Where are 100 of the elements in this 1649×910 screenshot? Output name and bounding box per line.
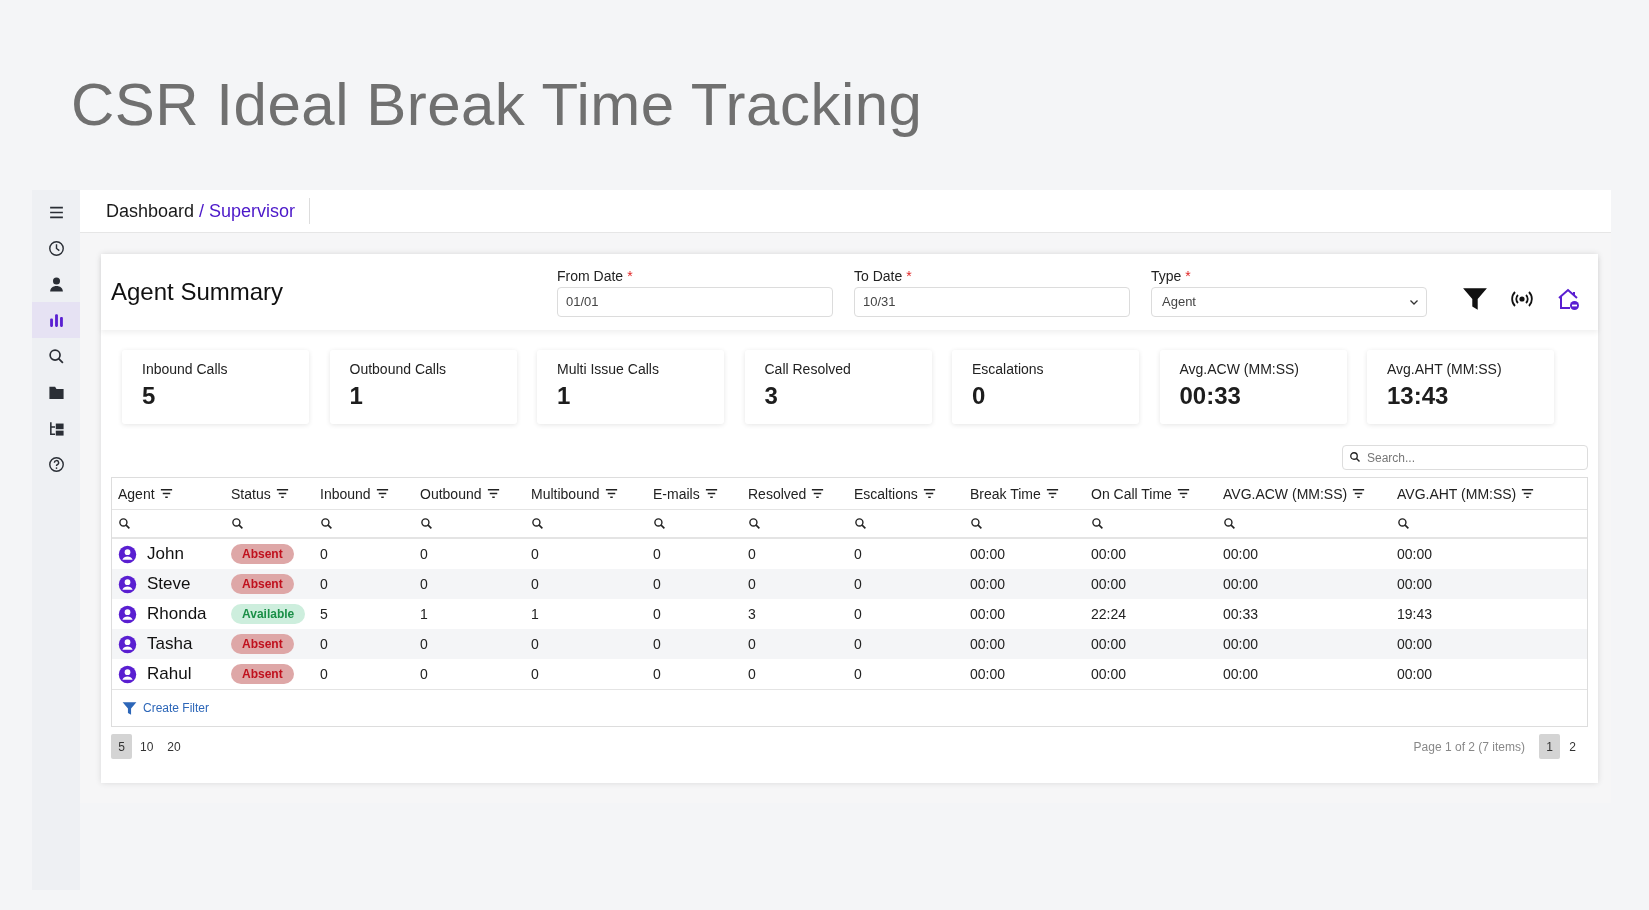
page-title: CSR Ideal Break Time Tracking (70, 70, 924, 140)
panel-title: Agent Summary (111, 278, 285, 306)
stat-value: 1 (557, 382, 572, 410)
table-cell: 0 (531, 636, 539, 652)
required-mark: * (906, 267, 912, 284)
table-cell: 00:00 (970, 546, 1006, 562)
house-minus-icon (1556, 287, 1580, 311)
table-cell: 00:00 (1397, 636, 1433, 652)
column-header[interactable]: Outbound (414, 485, 525, 502)
stat-label: Call Resolved (764, 361, 852, 377)
sort-icon (810, 486, 826, 501)
help-icon (47, 455, 65, 473)
table-cell: 0 (854, 606, 862, 622)
required-mark: * (627, 267, 633, 284)
stat-label: Avg.ACW (MM:SS) (1179, 361, 1301, 377)
search-icon (1223, 517, 1236, 530)
stat-label: Inbound Calls (142, 361, 229, 377)
sidebar-item[interactable] (32, 302, 80, 338)
table-cell: 0 (320, 666, 328, 682)
stat-label: Outbound Calls (349, 361, 447, 377)
column-header[interactable]: E-mails (647, 485, 742, 502)
sort-icon (603, 486, 619, 501)
table-cell: 0 (420, 546, 428, 562)
type-select[interactable]: Agent (1151, 286, 1427, 317)
column-header[interactable]: Multibound (525, 485, 647, 502)
table-cell: 0 (854, 576, 862, 592)
page-size-button[interactable]: 5 (111, 734, 132, 759)
search-icon (231, 517, 244, 530)
create-filter-link[interactable]: Create Filter (143, 701, 210, 715)
sort-icon (485, 486, 501, 501)
filter-icon (122, 700, 137, 716)
search-icon (653, 517, 666, 530)
table-cell: 0 (748, 576, 756, 592)
column-header[interactable]: Escaltions (848, 485, 964, 502)
user-avatar-icon (118, 634, 137, 654)
table-cell: 0 (320, 636, 328, 652)
status-badge: Absent (231, 664, 294, 684)
column-header[interactable]: Inbound (314, 485, 414, 502)
table-cell: 00:00 (1223, 666, 1259, 682)
table-cell: 00:00 (1223, 576, 1259, 592)
stat-value: 0 (972, 382, 987, 410)
column-header[interactable]: Agent (112, 485, 225, 502)
table-cell: 0 (653, 576, 661, 592)
filter-button[interactable] (1462, 286, 1488, 312)
breadcrumb-link[interactable]: Dashboard (106, 200, 195, 222)
table-cell: 0 (420, 666, 428, 682)
column-header[interactable]: AVG.ACW (MM:SS) (1217, 485, 1391, 502)
search-icon (420, 517, 433, 530)
search-icon (748, 517, 761, 530)
table-cell: 0 (854, 636, 862, 652)
search-icon (1091, 517, 1104, 530)
folder-tree-icon (47, 419, 65, 437)
table-cell: 1 (531, 606, 539, 622)
table-cell: 00:00 (970, 576, 1006, 592)
search-icon (970, 517, 983, 530)
stat-label: Multi Issue Calls (557, 361, 660, 377)
field-label: From Date (557, 267, 624, 284)
table-cell: 19:43 (1397, 606, 1433, 622)
agent-name: John (147, 544, 184, 564)
table-cell: 00:00 (1397, 576, 1433, 592)
user-avatar-icon (118, 544, 137, 564)
sort-icon (374, 486, 390, 501)
table-cell: 0 (748, 636, 756, 652)
breadcrumb-separator: / (199, 200, 205, 222)
sort-icon (1044, 486, 1060, 501)
status-badge: Absent (231, 544, 294, 564)
column-header[interactable]: Status (225, 485, 314, 502)
column-header[interactable]: AVG.AHT (MM:SS) (1391, 485, 1563, 502)
stat-value: 3 (764, 382, 779, 410)
page-button[interactable]: 2 (1562, 734, 1583, 759)
search-icon (854, 517, 867, 530)
table-cell: 00:00 (1091, 636, 1127, 652)
date-field[interactable]: 10/31 (854, 286, 1130, 317)
sort-icon (703, 486, 719, 501)
table-cell: 0 (653, 666, 661, 682)
table-cell: 00:00 (1223, 636, 1259, 652)
bar-chart-icon (47, 311, 65, 329)
table-cell: 0 (531, 576, 539, 592)
table-cell: 00:00 (1397, 666, 1433, 682)
table-cell: 0 (420, 636, 428, 652)
search-field[interactable]: Search... (1342, 445, 1588, 470)
column-header[interactable]: Break Time (964, 485, 1085, 502)
sort-icon (158, 486, 174, 501)
field-label: Type (1151, 267, 1182, 284)
column-header[interactable]: On Call Time (1085, 485, 1217, 502)
date-field[interactable]: 01/01 (557, 286, 833, 317)
table-cell: 0 (320, 546, 328, 562)
search-icon (320, 517, 333, 530)
breadcrumb-current: Supervisor (209, 200, 296, 222)
table-cell: 0 (420, 576, 428, 592)
home-button[interactable] (1556, 287, 1580, 311)
table-cell: 00:00 (970, 636, 1006, 652)
table-cell: 00:00 (1091, 576, 1127, 592)
page-button[interactable]: 1 (1539, 734, 1560, 759)
column-header[interactable]: Resolved (742, 485, 848, 502)
page-size-button[interactable]: 20 (161, 734, 187, 759)
table-cell: 0 (854, 666, 862, 682)
table-cell: 0 (653, 606, 661, 622)
field-label: To Date (854, 267, 903, 284)
page-size-button[interactable]: 10 (134, 734, 160, 759)
